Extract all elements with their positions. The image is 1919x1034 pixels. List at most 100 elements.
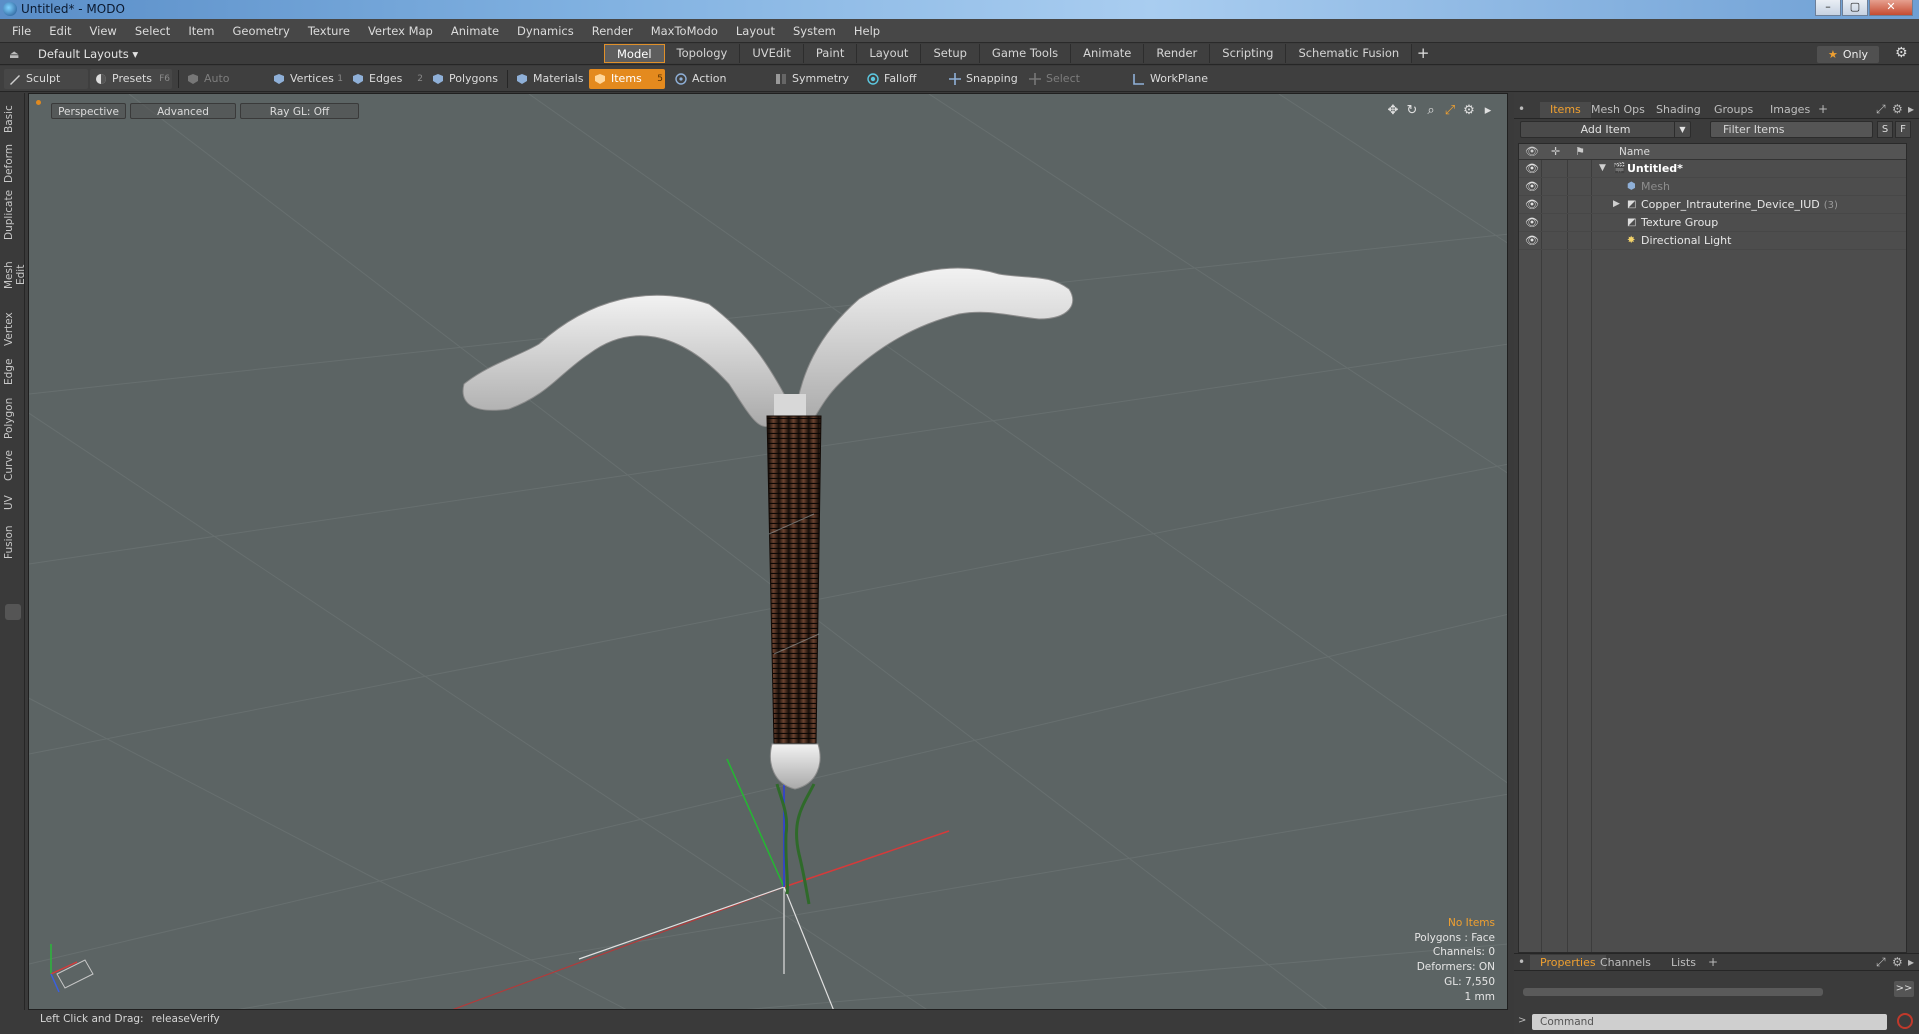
- vertices-button[interactable]: Vertices 1: [268, 69, 345, 89]
- tab-setup[interactable]: Setup: [921, 44, 980, 63]
- add-item-button[interactable]: Add Item ▼: [1520, 121, 1691, 138]
- viewport-settings-icon[interactable]: ⚙: [1462, 103, 1476, 118]
- polygons-button[interactable]: Polygons: [427, 69, 505, 89]
- gear-icon[interactable]: ⚙: [1895, 45, 1908, 61]
- ltab-fusion[interactable]: Fusion: [3, 523, 21, 561]
- expand-properties-icon[interactable]: ⤢: [1876, 955, 1886, 970]
- render-column-icon[interactable]: ⚑: [1575, 145, 1585, 158]
- expand-panel-icon[interactable]: ⤢: [1876, 102, 1886, 117]
- add-properties-tab-icon[interactable]: +: [1708, 955, 1718, 969]
- stop-icon[interactable]: [1897, 1013, 1913, 1029]
- menu-geometry[interactable]: Geometry: [233, 24, 290, 38]
- collapse-triangle-icon[interactable]: ▼: [1599, 163, 1606, 173]
- ltab-duplicate[interactable]: Duplicate: [3, 190, 21, 240]
- tab-topology[interactable]: Topology: [664, 44, 741, 63]
- ltab-polygon[interactable]: Polygon: [3, 396, 21, 440]
- sculpt-button[interactable]: Sculpt: [4, 69, 88, 89]
- fit-view-icon[interactable]: ⤢: [1443, 103, 1457, 118]
- ltab-deform[interactable]: Deform: [3, 143, 21, 183]
- panel-arrow-icon[interactable]: ▸: [1908, 102, 1914, 116]
- rotate-icon[interactable]: ↻: [1405, 103, 1419, 118]
- ltab-curve[interactable]: Curve: [3, 449, 21, 483]
- materials-button[interactable]: Materials: [511, 69, 586, 89]
- menu-edit[interactable]: Edit: [49, 24, 71, 38]
- eye-icon[interactable]: 👁: [1525, 198, 1539, 211]
- menu-help[interactable]: Help: [854, 24, 880, 38]
- item-row-untitled[interactable]: 👁 ▼ 🎬 Untitled*: [1519, 160, 1906, 178]
- falloff-button[interactable]: Falloff: [862, 69, 942, 89]
- expand-triangle-icon[interactable]: ▶: [1613, 199, 1620, 209]
- menu-dynamics[interactable]: Dynamics: [517, 24, 574, 38]
- tab-game-tools[interactable]: Game Tools: [979, 44, 1072, 63]
- presets-button[interactable]: Presets F6: [90, 69, 172, 89]
- tab-scripting[interactable]: Scripting: [1210, 44, 1287, 63]
- panel-toggle-button[interactable]: [5, 604, 21, 620]
- tab-schematic-fusion[interactable]: Schematic Fusion: [1286, 44, 1413, 63]
- zoom-icon[interactable]: ⌕: [1424, 103, 1438, 118]
- menu-item[interactable]: Item: [188, 24, 214, 38]
- view-mode-button[interactable]: Perspective: [51, 103, 126, 119]
- tab-uvedit[interactable]: UVEdit: [740, 44, 804, 63]
- menu-vertex-map[interactable]: Vertex Map: [368, 24, 433, 38]
- expand-arrow-icon[interactable]: ▸: [1481, 103, 1495, 118]
- tab-images[interactable]: Images: [1770, 103, 1810, 116]
- properties-arrow-icon[interactable]: ▸: [1908, 955, 1914, 969]
- 3d-viewport[interactable]: Perspective Advanced Ray GL: Off ✥ ↻ ⌕ ⤢…: [28, 93, 1508, 1010]
- menu-texture[interactable]: Texture: [308, 24, 350, 38]
- tab-properties[interactable]: Properties: [1530, 955, 1606, 970]
- tab-shading[interactable]: Shading: [1656, 103, 1701, 116]
- close-button[interactable]: ✕: [1869, 0, 1913, 16]
- tab-groups[interactable]: Groups: [1714, 103, 1753, 116]
- tab-items[interactable]: Items: [1540, 102, 1591, 118]
- eye-icon[interactable]: 👁: [1525, 216, 1539, 229]
- ltab-vertex[interactable]: Vertex: [3, 310, 21, 348]
- select-through-button[interactable]: Select Through: [1024, 69, 1124, 105]
- pan-icon[interactable]: ✥: [1386, 103, 1400, 118]
- ray-gl-button[interactable]: Ray GL: Off: [240, 103, 359, 119]
- tab-model[interactable]: Model: [604, 44, 665, 63]
- eye-icon[interactable]: 👁: [1525, 234, 1539, 247]
- ltab-mesh-edit[interactable]: Mesh Edit: [3, 250, 27, 300]
- s-button[interactable]: S: [1877, 121, 1893, 138]
- forward-button[interactable]: >>: [1894, 981, 1914, 997]
- tab-layout[interactable]: Layout: [857, 44, 922, 63]
- default-layouts-dropdown[interactable]: Default Layouts ▾: [38, 47, 138, 61]
- snapping-button[interactable]: Snapping: [944, 69, 1026, 89]
- add-panel-tab-icon[interactable]: +: [1818, 102, 1828, 116]
- eye-icon[interactable]: 👁: [1525, 162, 1539, 175]
- menu-view[interactable]: View: [90, 24, 117, 38]
- menu-layout[interactable]: Layout: [736, 24, 775, 38]
- symmetry-button[interactable]: Symmetry: [770, 69, 856, 89]
- item-row-texture-group[interactable]: 👁 ◩ Texture Group: [1519, 214, 1906, 232]
- item-row-iud[interactable]: 👁 ▶ ◩ Copper_Intrauterine_Device_IUD (3): [1519, 196, 1906, 214]
- workplane-button[interactable]: WorkPlane: [1128, 69, 1208, 89]
- maximize-button[interactable]: ▢: [1842, 0, 1868, 16]
- menu-select[interactable]: Select: [135, 24, 170, 38]
- action-center-button[interactable]: Action Center: [670, 69, 766, 105]
- ltab-edge[interactable]: Edge: [3, 357, 21, 387]
- edges-button[interactable]: Edges 2: [347, 69, 425, 89]
- f-button[interactable]: F: [1895, 121, 1911, 138]
- lock-column-icon[interactable]: ✛: [1551, 145, 1560, 158]
- visibility-column-eye-icon[interactable]: 👁: [1525, 145, 1539, 158]
- menu-animate[interactable]: Animate: [451, 24, 499, 38]
- filter-items-input[interactable]: Filter Items: [1710, 121, 1873, 138]
- chevron-down-icon[interactable]: ▼: [1674, 122, 1690, 137]
- horizontal-scrollbar[interactable]: [1523, 988, 1823, 996]
- minimize-button[interactable]: –: [1815, 0, 1841, 16]
- item-row-directional-light[interactable]: 👁 ✸ Directional Light: [1519, 232, 1906, 250]
- layout-eject-icon[interactable]: ⏏: [9, 48, 19, 61]
- ltab-uv[interactable]: UV: [3, 492, 21, 514]
- menu-render[interactable]: Render: [592, 24, 633, 38]
- ltab-basic[interactable]: Basic: [3, 102, 21, 136]
- shading-mode-button[interactable]: Advanced: [130, 103, 236, 119]
- panel-menu-dot-icon[interactable]: •: [1518, 102, 1525, 116]
- eye-icon[interactable]: 👁: [1525, 180, 1539, 193]
- add-tab-button[interactable]: +: [1412, 44, 1434, 63]
- name-column-header[interactable]: Name: [1619, 146, 1650, 158]
- auto-select-button[interactable]: Auto Select: [182, 69, 266, 105]
- only-toggle[interactable]: ★ Only: [1817, 46, 1879, 63]
- menu-maxtomodo[interactable]: MaxToModo: [651, 24, 718, 38]
- viewport-menu-dot[interactable]: [36, 100, 41, 105]
- item-row-mesh[interactable]: 👁 ⬢ Mesh: [1519, 178, 1906, 196]
